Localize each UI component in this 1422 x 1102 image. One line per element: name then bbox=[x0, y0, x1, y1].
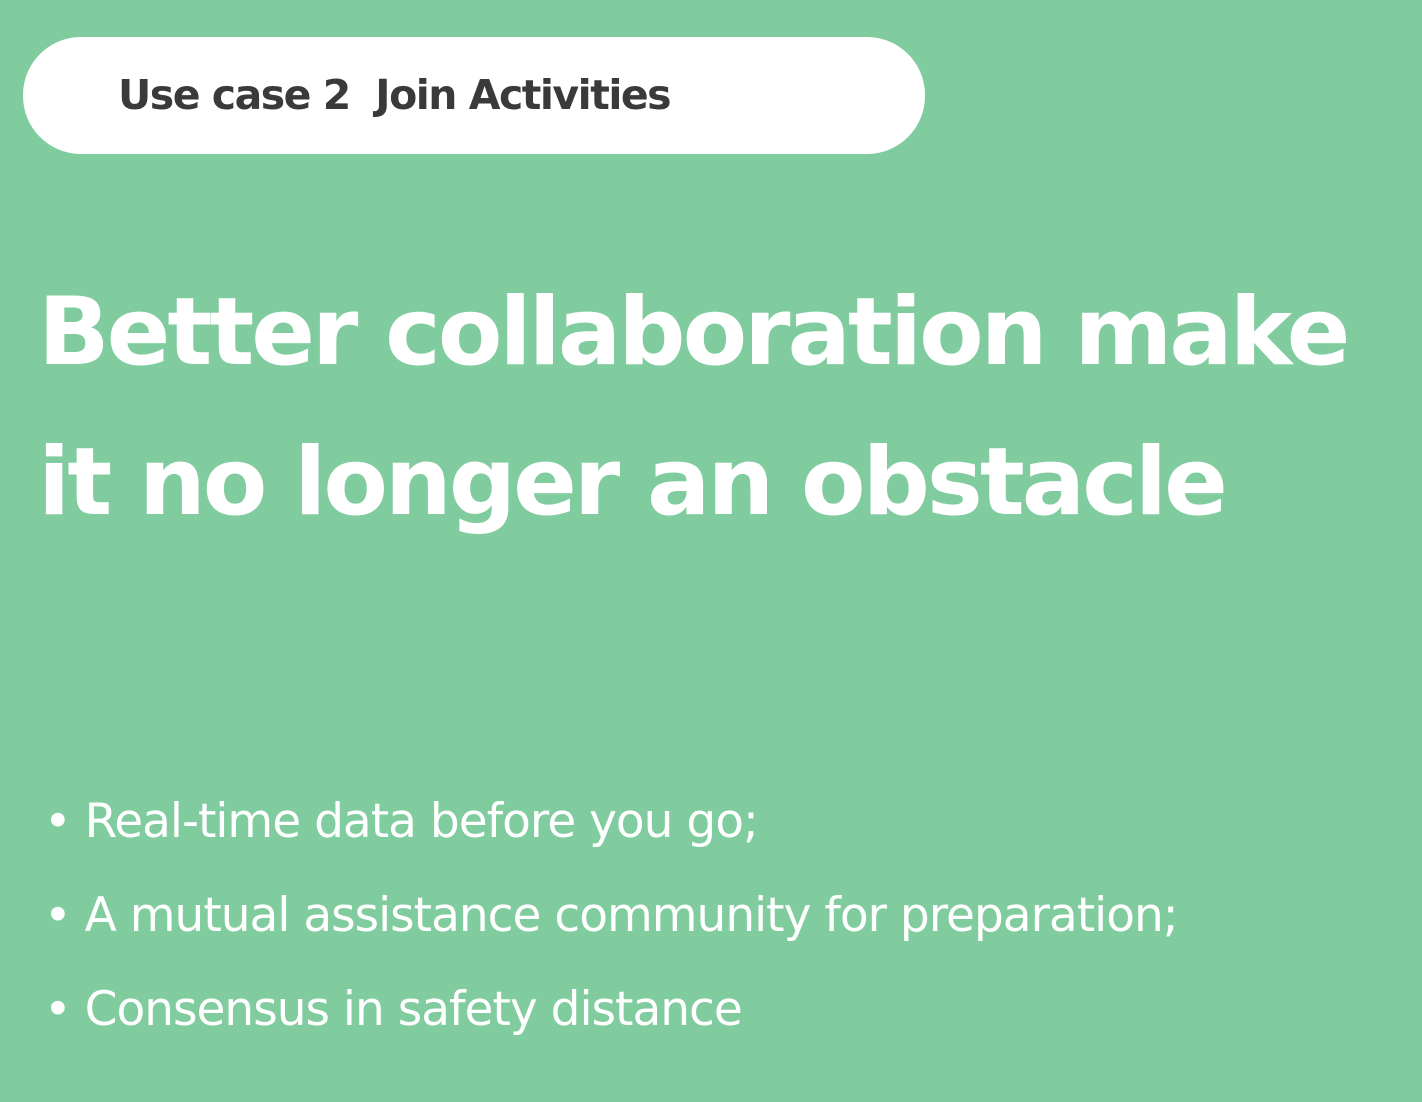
headline-line-1: Better collaboration make bbox=[38, 278, 1350, 387]
slide: Use case 2 Join Activities Better collab… bbox=[0, 0, 1422, 1102]
headline-line-2: it no longer an obstacle bbox=[38, 428, 1228, 537]
headline: Better collaboration make it no longer a… bbox=[38, 258, 1418, 558]
bullet-item-mutual-assistance: • A mutual assistance community for prep… bbox=[44, 888, 1179, 943]
use-case-label: Use case 2 Join Activities bbox=[118, 71, 672, 119]
bullet-list: • Real-time data before you go; • A mutu… bbox=[44, 790, 1179, 1072]
use-case-pill: Use case 2 Join Activities bbox=[23, 37, 925, 154]
bullet-item-realtime-data: • Real-time data before you go; bbox=[44, 794, 759, 849]
bullet-item-safety-distance: • Consensus in safety distance bbox=[44, 982, 743, 1037]
